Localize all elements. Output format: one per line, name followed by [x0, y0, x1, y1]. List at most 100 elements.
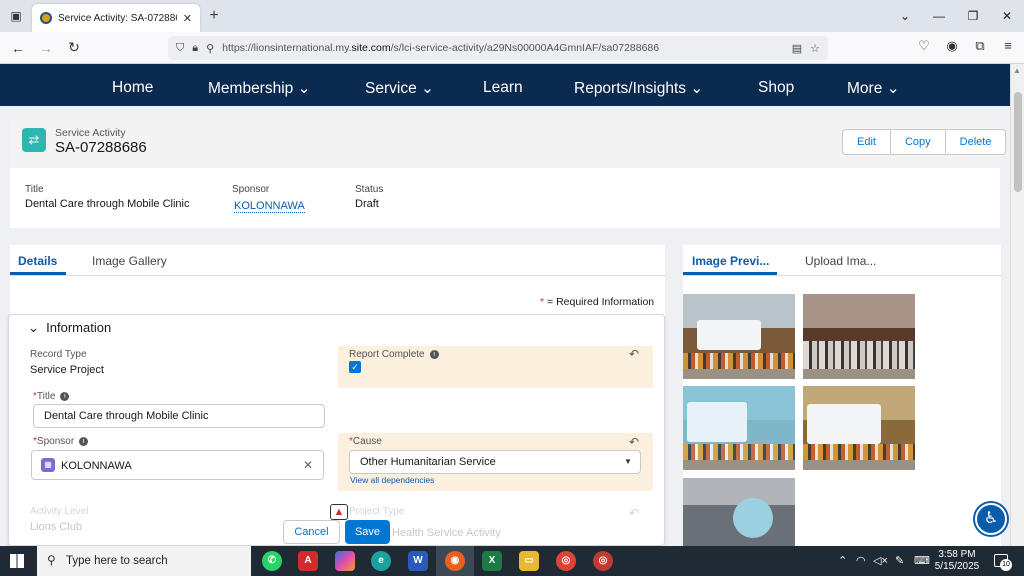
- taskbar-search-placeholder: Type here to search: [66, 555, 168, 567]
- firefox-icon[interactable]: ◉: [445, 551, 465, 571]
- keyboard-icon[interactable]: ⌨: [914, 554, 930, 567]
- page-scrollbar[interactable]: ▲: [1010, 64, 1024, 546]
- save-button[interactable]: Save: [345, 520, 390, 544]
- minimize-icon[interactable]: —: [922, 9, 956, 23]
- browser-nav-bar: ← → ↻ ⛉ 🔒︎ ⚲ https://lionsinternational.…: [0, 32, 1024, 64]
- scroll-thumb[interactable]: [1014, 92, 1022, 192]
- error-warning-icon[interactable]: ▲: [330, 504, 348, 520]
- account-icon: ▦: [41, 458, 55, 472]
- chrome-profile-icon[interactable]: ◎: [593, 551, 613, 571]
- chevron-down-icon[interactable]: ⌄: [888, 9, 922, 23]
- activity-level-label: Activity Level: [30, 506, 89, 517]
- remove-sponsor-icon[interactable]: ✕: [303, 458, 313, 472]
- activity-level-value: Lions Club: [30, 521, 82, 533]
- gallery-image[interactable]: [803, 294, 915, 379]
- extensions-icon[interactable]: ⧉: [972, 38, 988, 54]
- undo-icon: ↶: [629, 506, 640, 520]
- highlight-sponsor-label: Sponsor: [232, 184, 270, 195]
- nav-more[interactable]: More ⌄: [847, 79, 900, 98]
- record-type-label: Service Activity: [55, 127, 126, 139]
- windows-start-icon[interactable]: [10, 554, 24, 568]
- nav-shop[interactable]: Shop: [758, 79, 794, 97]
- view-dependencies-link[interactable]: View all dependencies: [350, 475, 434, 485]
- report-complete-checkbox[interactable]: ✓: [349, 361, 361, 373]
- acrobat-icon[interactable]: A: [298, 551, 318, 571]
- shield-icon[interactable]: ⛉: [176, 42, 184, 55]
- undo-icon[interactable]: ↶: [629, 347, 639, 361]
- search-icon: ⚲: [47, 553, 56, 567]
- tab-list-icon[interactable]: ▣: [0, 0, 32, 32]
- volume-icon[interactable]: ◁×: [873, 554, 888, 567]
- dropdown-arrow-icon[interactable]: ▼: [624, 457, 632, 466]
- back-arrow-icon[interactable]: ←: [4, 40, 32, 56]
- url-text[interactable]: https://lionsinternational.my.site.com/s…: [222, 42, 784, 54]
- word-icon[interactable]: W: [408, 551, 428, 571]
- gallery-image[interactable]: [683, 478, 795, 546]
- nav-service[interactable]: Service ⌄: [365, 79, 434, 98]
- pocket-icon[interactable]: ♡: [916, 38, 932, 54]
- nav-home[interactable]: Home: [112, 79, 153, 97]
- chrome-icon[interactable]: ◎: [556, 551, 576, 571]
- new-tab-icon[interactable]: +: [200, 7, 228, 25]
- accessibility-icon[interactable]: ♿︎: [975, 503, 1007, 535]
- taskbar-clock[interactable]: 3:58 PM 5/15/2025: [930, 549, 984, 573]
- file-explorer-icon[interactable]: ▭: [519, 551, 539, 571]
- reader-view-icon[interactable]: ▤: [792, 42, 802, 55]
- lock-icon[interactable]: 🔒︎: [192, 42, 198, 55]
- tab-upload-image[interactable]: Upload Ima...: [805, 254, 876, 268]
- menu-icon[interactable]: ≡: [1000, 38, 1016, 54]
- account-icon[interactable]: ◉: [944, 38, 960, 54]
- project-type-label: Project Type: [349, 506, 405, 517]
- record-type-value: Service Project: [30, 364, 104, 376]
- nav-reports-insights[interactable]: Reports/Insights ⌄: [574, 79, 703, 98]
- report-complete-label: Report Complete i: [349, 349, 439, 360]
- wifi-icon[interactable]: ◠: [856, 554, 866, 567]
- gallery-image[interactable]: [683, 386, 795, 470]
- tab-details[interactable]: Details: [18, 254, 57, 268]
- reload-icon[interactable]: ↻: [60, 39, 88, 56]
- edit-button[interactable]: Edit: [843, 130, 891, 154]
- copy-button[interactable]: Copy: [891, 130, 946, 154]
- address-bar[interactable]: ⛉ 🔒︎ ⚲ https://lionsinternational.my.sit…: [168, 36, 828, 60]
- site-navigation: Home Membership ⌄ Service ⌄ Learn Report…: [0, 64, 1010, 106]
- taskbar-search[interactable]: ⚲ Type here to search: [37, 546, 251, 576]
- undo-icon[interactable]: ↶: [629, 435, 639, 449]
- tab-image-preview[interactable]: Image Previ...: [692, 254, 769, 268]
- highlight-status-value: Draft: [355, 198, 379, 210]
- project-type-value: Health Service Activity: [392, 527, 501, 539]
- windows-taskbar: ⚲ Type here to search ✆ A e W ◉ X ▭ ◎ ◎ …: [0, 546, 1024, 576]
- browser-tab-bar: ▣ Service Activity: SA-07288686 ✕ + ⌄ — …: [0, 0, 1024, 32]
- section-information[interactable]: ⌄ Information: [28, 320, 111, 336]
- whatsapp-icon[interactable]: ✆: [262, 551, 282, 571]
- browser-tab[interactable]: Service Activity: SA-07288686 ✕: [32, 4, 200, 32]
- edge-icon[interactable]: e: [371, 551, 391, 571]
- gallery-image[interactable]: [683, 294, 795, 379]
- forward-arrow-icon[interactable]: →: [32, 40, 60, 56]
- info-icon[interactable]: i: [79, 436, 89, 446]
- bookmark-star-icon[interactable]: ☆: [810, 42, 820, 55]
- close-tab-icon[interactable]: ✕: [183, 12, 192, 25]
- gallery-image[interactable]: [803, 386, 915, 470]
- excel-icon[interactable]: X: [482, 551, 502, 571]
- nav-membership[interactable]: Membership ⌄: [208, 79, 311, 98]
- chevron-down-icon[interactable]: ⌄: [28, 320, 39, 335]
- nav-learn[interactable]: Learn: [483, 79, 523, 97]
- highlight-sponsor-link[interactable]: KOLONNAWA: [234, 200, 305, 213]
- pen-icon[interactable]: ✎: [895, 554, 904, 567]
- tab-image-gallery[interactable]: Image Gallery: [92, 254, 167, 268]
- permissions-icon[interactable]: ⚲: [206, 42, 214, 55]
- delete-button[interactable]: Delete: [946, 130, 1006, 154]
- title-input[interactable]: Dental Care through Mobile Clinic: [33, 404, 325, 428]
- restore-icon[interactable]: ❐: [956, 9, 990, 23]
- scroll-up-icon[interactable]: ▲: [1013, 66, 1021, 75]
- record-name: SA-07288686: [55, 139, 147, 156]
- record-type-label: Record Type: [30, 349, 87, 360]
- cause-select[interactable]: Other Humanitarian Service: [349, 450, 641, 474]
- copilot-icon[interactable]: [335, 551, 355, 571]
- close-window-icon[interactable]: ✕: [990, 9, 1024, 23]
- tray-expand-icon[interactable]: ⌃: [838, 554, 847, 567]
- clock-date: 5/15/2025: [934, 561, 980, 572]
- info-icon[interactable]: i: [60, 391, 70, 401]
- cancel-button[interactable]: Cancel: [283, 520, 340, 544]
- info-icon[interactable]: i: [429, 349, 439, 359]
